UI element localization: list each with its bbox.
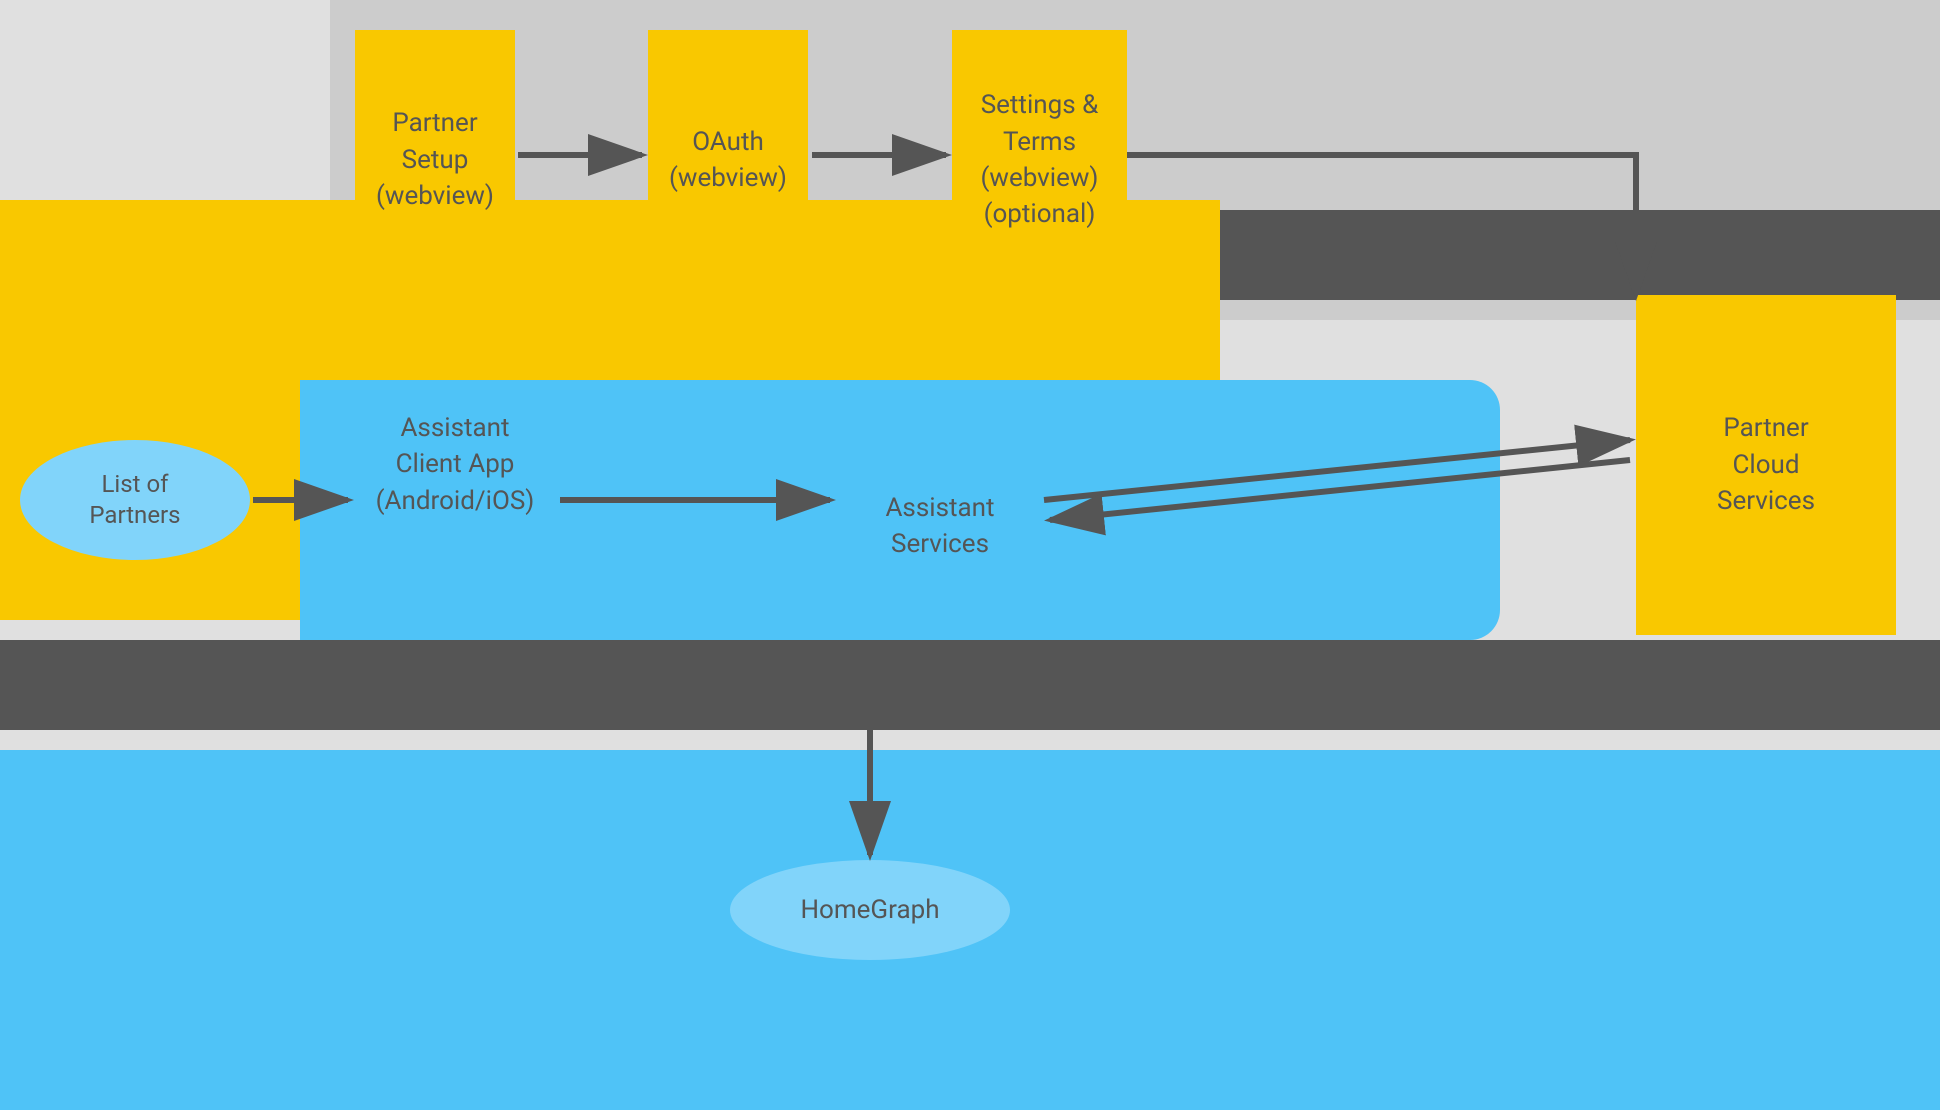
homegraph-ellipse: HomeGraph	[730, 860, 1010, 960]
oauth-label: OAuth(webview)	[669, 124, 787, 197]
settings-box: Settings &Terms(webview)(optional)	[952, 30, 1127, 290]
settings-label: Settings &Terms(webview)(optional)	[981, 87, 1099, 233]
partner-cloud-label: PartnerCloudServices	[1717, 410, 1815, 519]
partner-cloud-box: PartnerCloudServices	[1636, 295, 1896, 635]
list-of-partners-ellipse: List ofPartners	[20, 440, 250, 560]
homegraph-label: HomeGraph	[800, 895, 939, 925]
oauth-box: OAuth(webview)	[648, 30, 808, 290]
assistant-services-label: AssistantServices	[840, 490, 1040, 563]
partner-setup-box: PartnerSetup(webview)	[355, 30, 515, 290]
assistant-client-label: AssistantClient App(Android/iOS)	[355, 410, 555, 519]
dark-band-bottom	[0, 640, 1940, 730]
diagram-container: PartnerSetup(webview) OAuth(webview) Set…	[0, 0, 1940, 1109]
list-of-partners-label: List ofPartners	[89, 469, 180, 531]
partner-setup-label: PartnerSetup(webview)	[376, 105, 494, 214]
